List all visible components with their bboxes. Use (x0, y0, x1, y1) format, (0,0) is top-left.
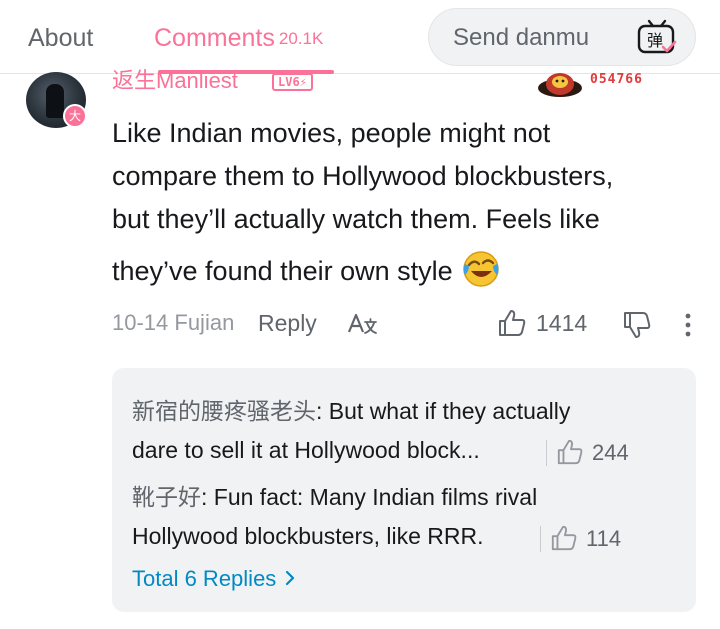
comment-username[interactable]: 返生Manliest (112, 68, 238, 94)
comment-date-location: 10-14 Fujian (112, 310, 235, 335)
reply-username[interactable]: 新宿的腰疼骚老头 (132, 398, 316, 424)
comment-body: Like Indian movies, people might not com… (112, 112, 692, 293)
comment-line-1: Like Indian movies, people might not (112, 118, 551, 148)
reply-button[interactable]: Reply (258, 310, 317, 337)
total-replies-label: Total 6 Replies (132, 566, 277, 591)
reply-like-icon[interactable] (550, 524, 578, 552)
svg-text:弹: 弹 (647, 31, 663, 50)
reply-text-line-1: : Fun fact: Many Indian films rival (201, 484, 538, 510)
tab-comments-label: Comments (154, 24, 275, 52)
avatar-figure (46, 84, 64, 118)
comment-line-4-text: they’ve found their own style (112, 256, 453, 286)
reply-text-line-2: dare to sell it at Hollywood block... (132, 437, 480, 463)
reply-like-count: 244 (592, 440, 629, 465)
reply-divider (540, 526, 541, 552)
fan-medal-icon (538, 73, 582, 97)
like-icon[interactable] (497, 308, 527, 338)
user-level-badge: LV6⚡ (272, 73, 313, 91)
comment-line-4: they’ve found their own style (112, 250, 692, 293)
reply-divider (546, 440, 547, 466)
danmu-input[interactable]: Send danmu 弹 (428, 8, 696, 66)
reply-text-line-2: Hollywood blockbusters, like RRR. (132, 523, 484, 549)
avatar-vip-badge: 大 (63, 104, 87, 128)
translate-icon[interactable] (346, 310, 378, 338)
comment-line-2: compare them to Hollywood blockbusters, (112, 161, 614, 191)
fan-medal-number: 054766 (590, 72, 643, 87)
tab-about[interactable]: About (28, 24, 93, 53)
reply-username[interactable]: 靴子好 (132, 484, 201, 510)
reply-item[interactable]: 新宿的腰疼骚老头: But what if they actually dare… (132, 392, 672, 470)
replies-preview-panel: 新宿的腰疼骚老头: But what if they actually dare… (112, 368, 696, 612)
danmu-placeholder: Send danmu (453, 24, 590, 51)
comment-header-bar: About Comments 20.1K Send danmu 弹 (0, 0, 720, 74)
more-options-icon[interactable] (682, 312, 694, 338)
reply-like-icon[interactable] (556, 438, 584, 466)
view-all-replies-link[interactable]: Total 6 Replies (132, 566, 296, 592)
comment-line-3: but they’ll actually watch them. Feels l… (112, 204, 600, 234)
danmu-toggle-icon[interactable]: 弹 (635, 17, 679, 57)
reply-text-line-1: : But what if they actually (316, 398, 571, 424)
laughing-crying-emoji-icon (462, 251, 499, 287)
like-count: 1414 (536, 310, 588, 336)
reply-like-count: 114 (586, 526, 622, 551)
comments-count: 20.1K (278, 29, 324, 48)
chevron-right-icon (286, 570, 295, 586)
tab-comments[interactable]: Comments 20.1K (154, 24, 323, 53)
dislike-icon[interactable] (622, 310, 652, 340)
